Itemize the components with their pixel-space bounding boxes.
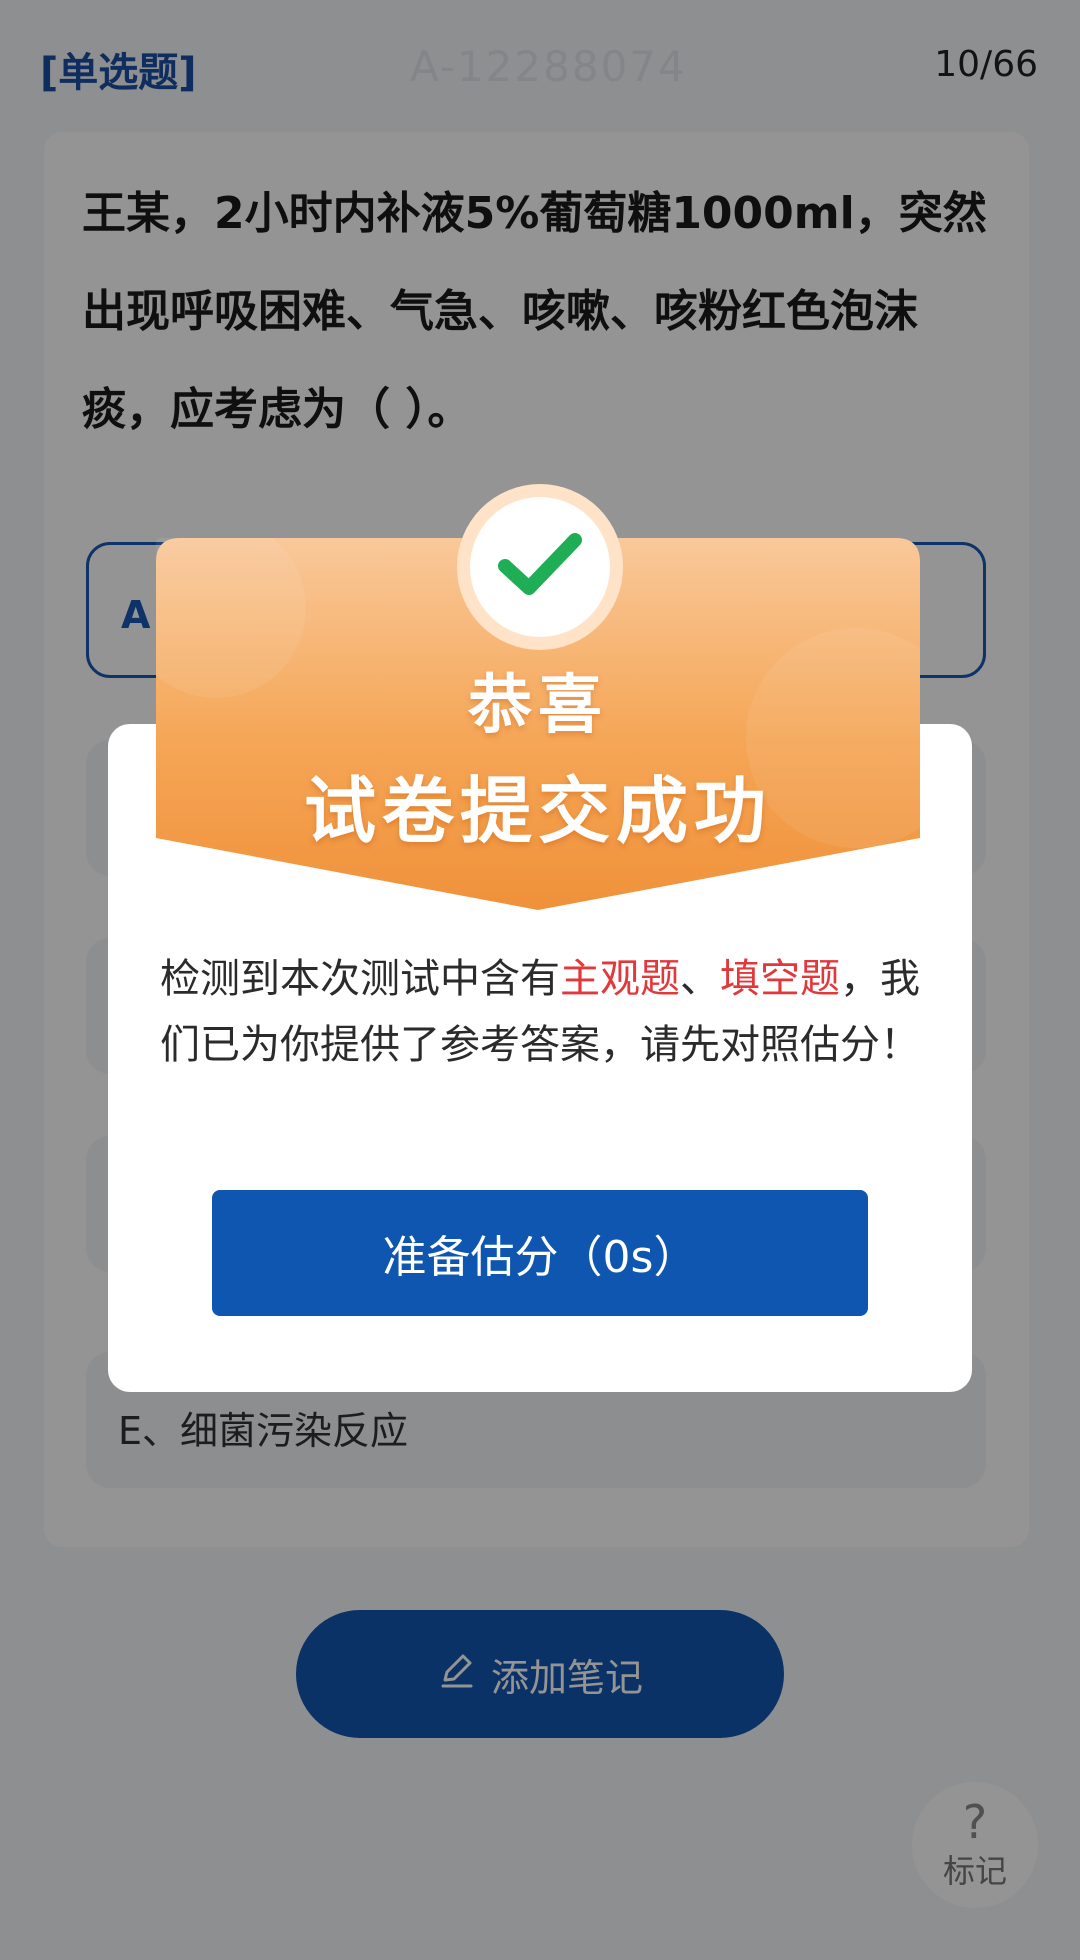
check-icon xyxy=(497,530,583,604)
message-text: 检测到本次测试中含有 xyxy=(160,956,560,1002)
congrats-heading: 恭喜 xyxy=(468,669,608,743)
dialog-title: 试卷提交成功 xyxy=(303,769,772,853)
prepare-estimate-button[interactable]: 准备估分（0s） xyxy=(212,1190,868,1316)
message-highlight-fill-blank: 填空题 xyxy=(720,956,840,1002)
dialog-message: 检测到本次测试中含有主观题、填空题，我们已为你提供了参考答案，请先对照估分！ xyxy=(160,946,920,1078)
message-highlight-subjective: 主观题 xyxy=(560,956,680,1002)
success-badge xyxy=(457,484,623,650)
message-text: 、 xyxy=(680,956,720,1002)
